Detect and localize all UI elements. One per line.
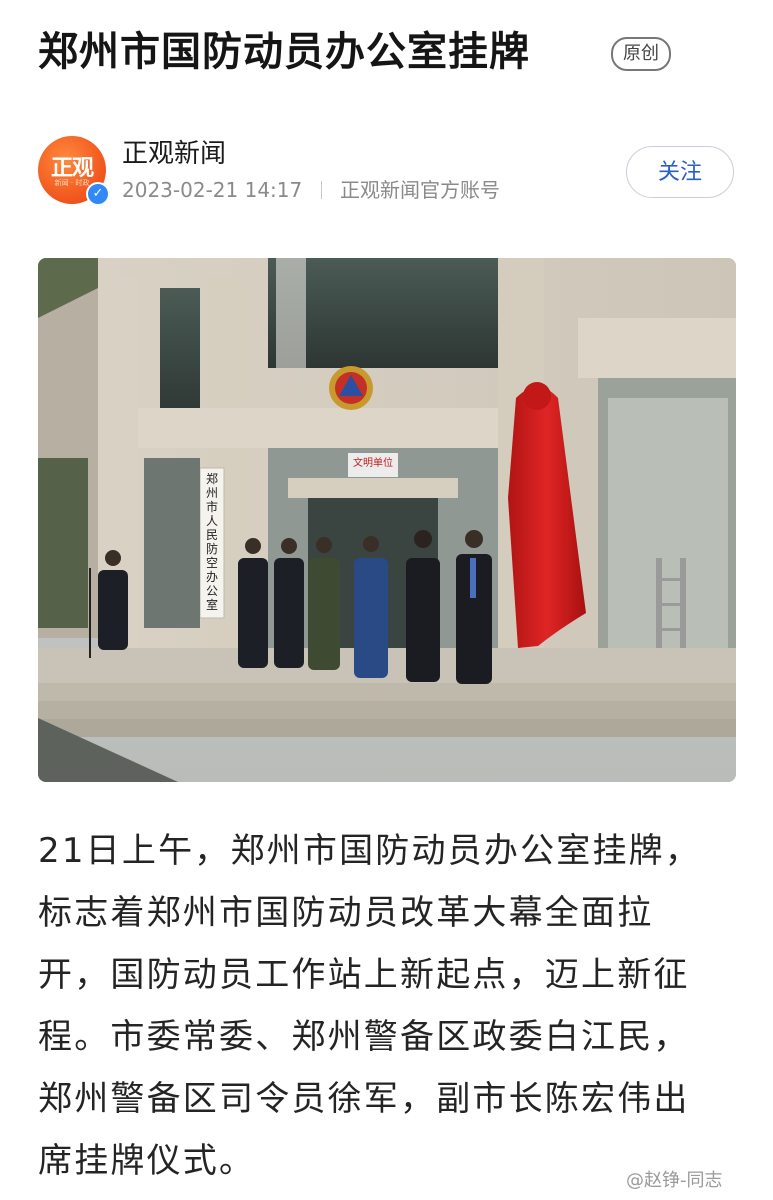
photo-illustration	[38, 258, 736, 782]
body-line: 郑州警备区司令员徐军，副市长陈宏伟出	[38, 1079, 690, 1119]
original-badge: 原创	[611, 37, 671, 71]
article-header: 郑州市国防动员办公室挂牌 原创	[38, 22, 738, 86]
follow-button[interactable]: 关注	[626, 146, 734, 198]
body-line: 程。市委常委、郑州警备区政委白江民，	[38, 1017, 690, 1057]
article-body: 21日上午，郑州市国防动员办公室挂牌， 标志着郑州市国防动员改革大幕全面拉 开，…	[38, 820, 738, 1192]
body-line: 开，国防动员工作站上新起点，迈上新征	[38, 955, 690, 995]
author-avatar[interactable]: 正观 新闻 · 时政 ✓	[38, 136, 110, 206]
author-name[interactable]: 正观新闻	[122, 136, 226, 172]
post-meta: 2023-02-21 14:17 正观新闻官方账号	[122, 176, 500, 204]
post-timestamp: 2023-02-21 14:17	[122, 178, 303, 202]
photo-vertical-sign-text: 郑州市人民防空办公室	[205, 472, 218, 612]
body-line: 21日上午，郑州市国防动员办公室挂牌，	[38, 831, 702, 871]
article-photo[interactable]: 郑州市人民防空办公室 文明单位	[38, 258, 736, 782]
account-type: 正观新闻官方账号	[339, 178, 500, 202]
body-line: 标志着郑州市国防动员改革大幕全面拉	[38, 893, 654, 933]
photo-door-sign-text: 文明单位	[353, 458, 393, 469]
weibo-watermark: @赵铮-同志	[626, 1170, 723, 1191]
meta-divider	[320, 181, 322, 199]
article-title: 郑州市国防动员办公室挂牌	[38, 29, 530, 75]
verified-check-icon: ✓	[86, 182, 110, 206]
